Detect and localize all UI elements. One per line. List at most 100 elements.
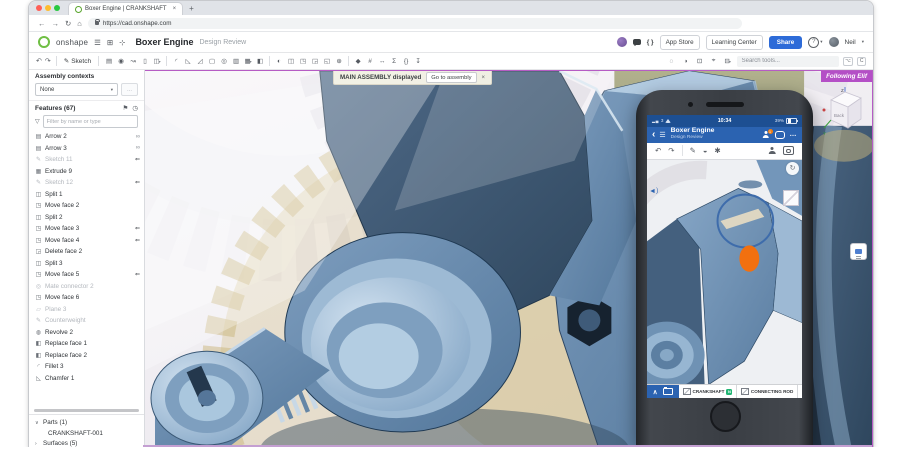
feature-item[interactable]: ◳Move face 6 bbox=[29, 292, 144, 304]
replace-face-icon[interactable]: ◱ bbox=[322, 55, 332, 67]
feature-item[interactable]: ▤Arrow 2∞ bbox=[29, 131, 144, 143]
display-options-icon[interactable]: ⊟▾ bbox=[723, 55, 733, 67]
phone-settings-gear-icon[interactable]: ✱ bbox=[714, 146, 720, 155]
thicken-icon[interactable]: ◫▾ bbox=[152, 55, 162, 67]
measure-icon[interactable]: ↔ bbox=[377, 55, 387, 67]
phone-document-tab[interactable]: CRANKSHAFTN bbox=[679, 385, 737, 398]
onshape-logo[interactable] bbox=[38, 36, 50, 48]
phone-redo-icon[interactable]: ↷ bbox=[668, 146, 674, 155]
collaborator-avatar[interactable] bbox=[617, 37, 627, 47]
fillet-icon[interactable]: ◜ bbox=[171, 55, 181, 67]
reload-icon[interactable]: ↻ bbox=[65, 19, 71, 28]
draft-icon[interactable]: ◿ bbox=[195, 55, 205, 67]
close-window-button[interactable] bbox=[36, 5, 42, 11]
phone-overflow-menu-icon[interactable]: … bbox=[790, 131, 798, 138]
sketch-button[interactable]: ✎ Sketch bbox=[62, 57, 93, 65]
feature-item[interactable]: ◫Split 1 bbox=[29, 189, 144, 201]
new-tab-button[interactable]: + bbox=[189, 4, 194, 13]
variable-icon[interactable]: Σ bbox=[389, 55, 399, 67]
view-cube[interactable]: Z Back Y bbox=[821, 86, 869, 136]
user-avatar[interactable] bbox=[829, 37, 839, 47]
featurescript-icon[interactable]: {} bbox=[401, 55, 411, 67]
feature-item[interactable]: ✎Sketch 12⇐ bbox=[29, 177, 144, 189]
phone-view-cube-icon[interactable] bbox=[783, 190, 799, 206]
parts-header[interactable]: ∨ Parts (1) bbox=[35, 418, 138, 429]
import-icon[interactable]: ↧ bbox=[413, 55, 423, 67]
sweep-icon[interactable]: ↝ bbox=[128, 55, 138, 67]
context-dropdown[interactable]: None ▾ bbox=[35, 83, 118, 96]
address-bar[interactable]: https://cad.onshape.com bbox=[88, 18, 742, 29]
phone-audio-icon[interactable]: ◄） bbox=[649, 186, 663, 196]
home-icon[interactable]: ⌂ bbox=[77, 19, 82, 28]
phone-tab-controls[interactable]: ∧ bbox=[647, 385, 679, 398]
extrude-icon[interactable]: ▤ bbox=[104, 55, 114, 67]
back-icon[interactable]: ← bbox=[38, 19, 46, 28]
phone-collaborators-icon[interactable]: 1 bbox=[762, 131, 770, 138]
learning-center-button[interactable]: Learning Center bbox=[706, 35, 763, 50]
mirror-icon[interactable]: ◧ bbox=[255, 55, 265, 67]
feature-item[interactable]: ◜Fillet 3 bbox=[29, 361, 144, 373]
feature-item[interactable]: ◧Replace face 1 bbox=[29, 338, 144, 350]
following-badge[interactable]: Following Elif bbox=[821, 71, 872, 82]
feature-filter-input[interactable] bbox=[43, 115, 138, 128]
forward-icon[interactable]: → bbox=[52, 19, 60, 28]
phone-refresh-icon[interactable]: ↻ bbox=[786, 162, 799, 175]
document-title[interactable]: Boxer Engine bbox=[135, 37, 193, 47]
part-item[interactable]: CRANKSHAFT-001 bbox=[35, 428, 138, 439]
boolean-icon[interactable]: ◐ bbox=[274, 55, 284, 67]
feature-item[interactable]: ✎Sketch 11⇐ bbox=[29, 154, 144, 166]
context-more-button[interactable]: ... bbox=[121, 83, 138, 96]
phone-section-view-icon[interactable]: ◒ bbox=[703, 146, 708, 155]
dev-braces-icon[interactable]: { } bbox=[647, 39, 654, 46]
revolve-icon[interactable]: ◉ bbox=[116, 55, 126, 67]
phone-home-button[interactable] bbox=[710, 401, 741, 432]
history-clock-icon[interactable]: ◷ bbox=[132, 104, 138, 112]
feature-item[interactable]: ◳Move face 2 bbox=[29, 200, 144, 212]
feature-item[interactable]: ◫Split 2 bbox=[29, 212, 144, 224]
hole-icon[interactable]: ◎ bbox=[219, 55, 229, 67]
versions-icon[interactable]: ⊞ bbox=[107, 38, 113, 47]
browser-tab[interactable]: Boxer Engine | CRANKSHAFT × bbox=[68, 2, 183, 15]
phone-partial-tab[interactable] bbox=[798, 385, 802, 398]
share-button[interactable]: Share bbox=[769, 36, 803, 49]
pattern-icon[interactable]: ▦▾ bbox=[243, 55, 253, 67]
transform-icon[interactable]: ⊕ bbox=[334, 55, 344, 67]
app-store-button[interactable]: App Store bbox=[660, 35, 700, 50]
help-menu[interactable]: ? ▾ bbox=[808, 37, 822, 48]
feature-item[interactable]: ◎Mate connector 2 bbox=[29, 281, 144, 293]
search-tools-input[interactable] bbox=[737, 56, 839, 67]
redo-icon[interactable]: ↷ bbox=[45, 57, 51, 65]
insert-icon[interactable]: ⊹ bbox=[119, 38, 125, 47]
feature-item[interactable]: ◺Chamfer 1 bbox=[29, 373, 144, 385]
isolate-icon[interactable]: ◌ bbox=[667, 55, 677, 67]
minimize-window-button[interactable] bbox=[45, 5, 51, 11]
phone-follow-user-icon[interactable] bbox=[768, 147, 776, 154]
phone-undo-icon[interactable]: ↶ bbox=[655, 146, 661, 155]
phone-comments-icon[interactable] bbox=[775, 131, 785, 139]
comments-icon[interactable] bbox=[633, 39, 641, 45]
appearance-icon[interactable]: ◑ bbox=[681, 55, 691, 67]
feature-item[interactable]: ◳Move face 5⇐ bbox=[29, 269, 144, 281]
feature-item[interactable]: ◳Move face 4⇐ bbox=[29, 235, 144, 247]
rollback-flag-icon[interactable]: ⚑ bbox=[123, 104, 129, 112]
feature-item[interactable]: ▤Arrow 3∞ bbox=[29, 143, 144, 155]
feature-item[interactable]: ◫Split 3 bbox=[29, 258, 144, 270]
main-menu-icon[interactable]: ☰ bbox=[94, 38, 101, 47]
sheet-metal-icon[interactable]: ◆ bbox=[353, 55, 363, 67]
feature-item[interactable]: ▦Extrude 9 bbox=[29, 166, 144, 178]
phone-markup-pencil-icon[interactable]: ✎ bbox=[690, 146, 696, 155]
phone-document-tab[interactable]: CONNECTING ROD bbox=[737, 385, 798, 398]
named-view-icon[interactable]: ⊡ bbox=[695, 55, 705, 67]
phone-back-icon[interactable]: ‹ bbox=[652, 130, 655, 140]
frame-icon[interactable]: # bbox=[365, 55, 375, 67]
feature-item[interactable]: ◧Replace face 2 bbox=[29, 350, 144, 362]
phone-viewport[interactable]: ◄） ↻ bbox=[647, 160, 802, 385]
banner-close-icon[interactable]: × bbox=[482, 75, 486, 81]
delete-face-icon[interactable]: ◲ bbox=[310, 55, 320, 67]
feature-item[interactable]: ◍Revolve 2 bbox=[29, 327, 144, 339]
rib-icon[interactable]: ▥ bbox=[231, 55, 241, 67]
horizontal-scrollbar[interactable] bbox=[34, 409, 139, 412]
tab-close-icon[interactable]: × bbox=[173, 6, 177, 12]
zoom-window-button[interactable] bbox=[54, 5, 60, 11]
split-icon[interactable]: ◫ bbox=[286, 55, 296, 67]
